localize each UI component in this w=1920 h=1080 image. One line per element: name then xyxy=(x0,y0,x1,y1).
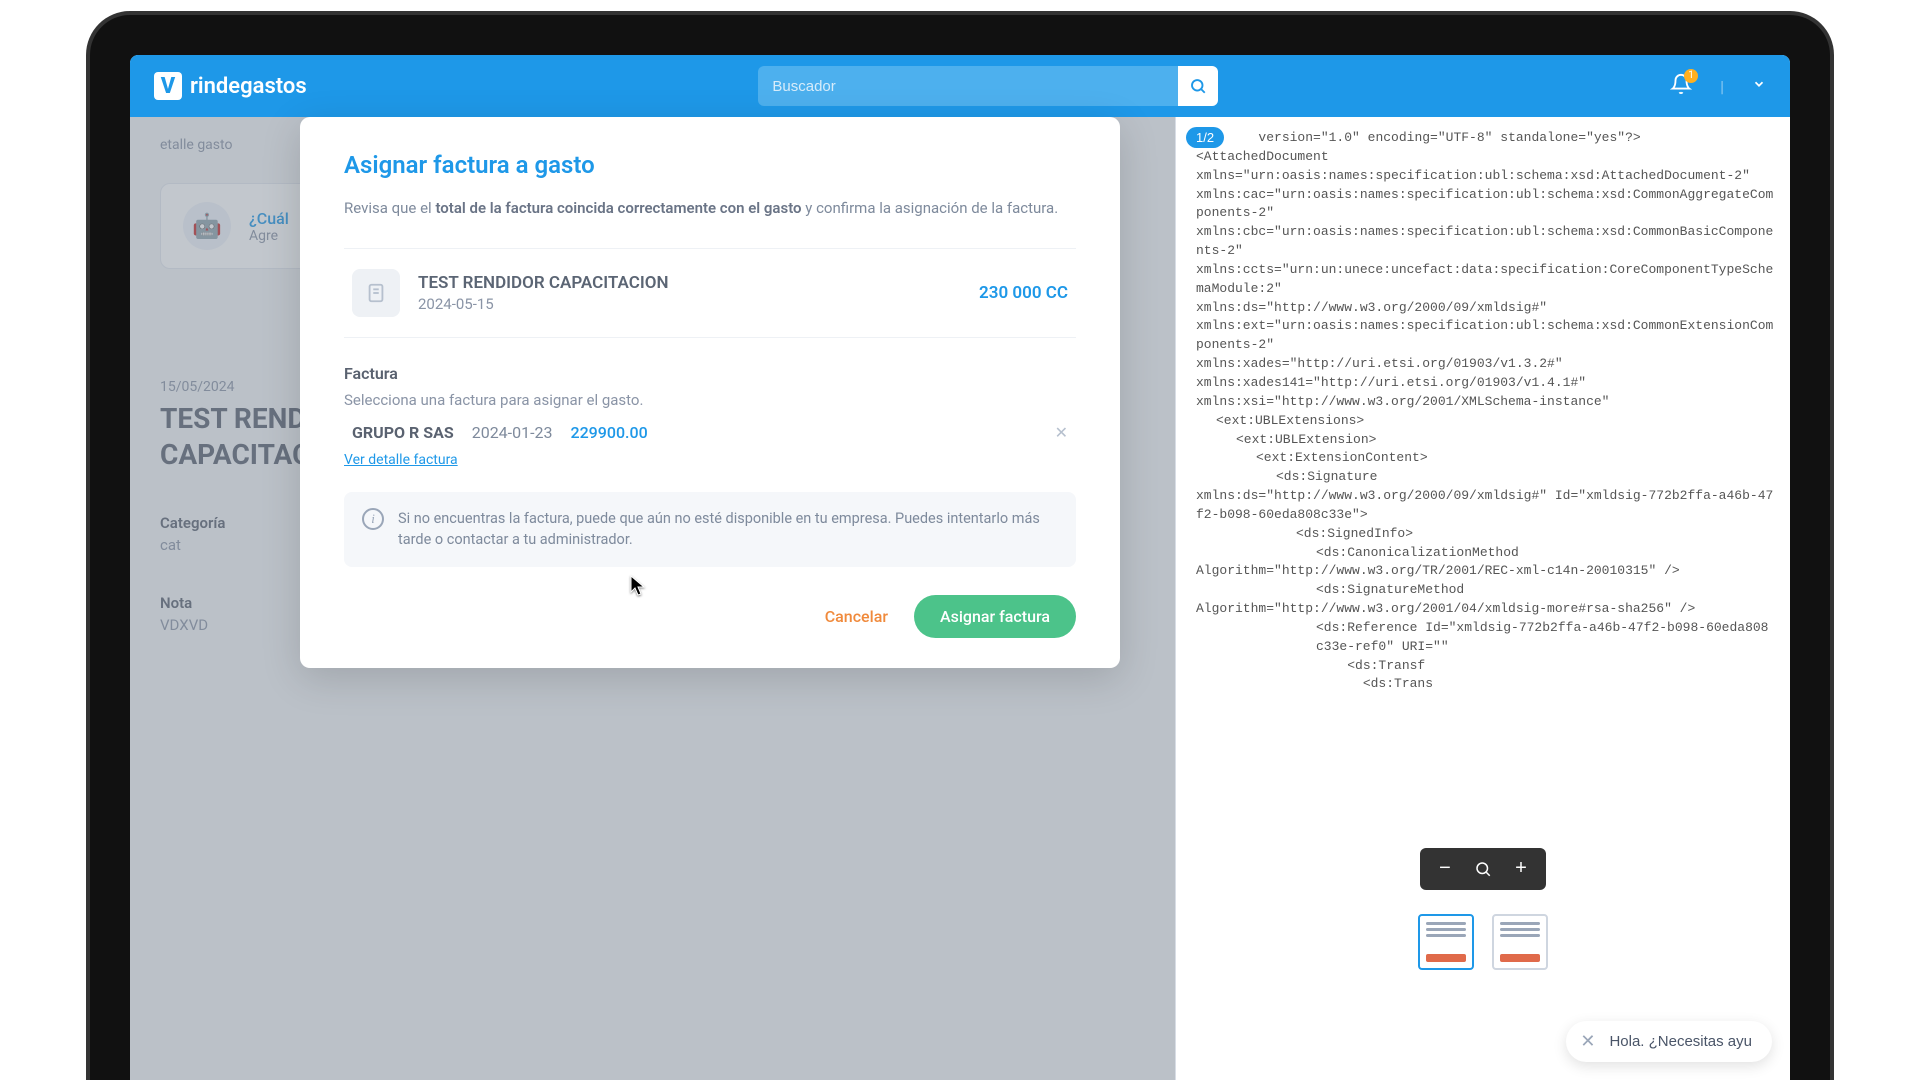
expense-date-modal: 2024-05-15 xyxy=(418,295,961,313)
page-thumbnails xyxy=(1418,914,1548,970)
expense-amount: 230 000 CC xyxy=(979,283,1068,303)
search-icon xyxy=(1474,860,1492,878)
search-button[interactable] xyxy=(1178,66,1218,106)
zoom-search-button[interactable] xyxy=(1468,854,1498,884)
expense-name: TEST RENDIDOR CAPACITACION xyxy=(418,273,961,293)
close-icon[interactable]: ✕ xyxy=(1580,1031,1595,1052)
invoice-section-label: Factura xyxy=(344,364,1076,383)
receipt-icon xyxy=(352,269,400,317)
invoice-date: 2024-01-23 xyxy=(472,423,553,442)
top-bar: V rindegastos 1 | xyxy=(130,55,1790,117)
intro-c: y confirma la asignación de la factura. xyxy=(802,199,1059,217)
modal-intro: Revisa que el total de la factura coinci… xyxy=(344,197,1076,220)
remove-invoice-button[interactable]: ✕ xyxy=(1055,423,1068,442)
page-thumb-1[interactable] xyxy=(1418,914,1474,970)
page-thumb-2[interactable] xyxy=(1492,914,1548,970)
invoice-section-sub: Selecciona una factura para asignar el g… xyxy=(344,391,1076,409)
logo-mark-icon: V xyxy=(154,72,182,100)
notifications-button[interactable]: 1 xyxy=(1670,73,1692,99)
info-text: Si no encuentras la factura, puede que a… xyxy=(398,508,1058,552)
view-invoice-detail-link[interactable]: Ver detalle factura xyxy=(344,452,458,468)
zoom-out-button[interactable]: − xyxy=(1430,854,1460,884)
search-input[interactable] xyxy=(758,78,1178,95)
invoice-xml-preview-panel: 1/2 version="1.0" encoding="UTF-8" stand… xyxy=(1175,117,1790,1080)
info-icon: i xyxy=(362,508,384,530)
intro-a: Revisa que el xyxy=(344,199,435,217)
invoice-row[interactable]: GRUPO R SAS 2024-01-23 229900.00 ✕ xyxy=(344,409,1076,448)
zoom-controls: − + xyxy=(1420,848,1546,890)
modal-title: Asignar factura a gasto xyxy=(344,151,1076,179)
expense-summary-row: TEST RENDIDOR CAPACITACION 2024-05-15 23… xyxy=(344,248,1076,338)
page-indicator: 1/2 xyxy=(1186,127,1224,148)
cancel-button[interactable]: Cancelar xyxy=(825,607,888,626)
divider: | xyxy=(1720,77,1724,96)
brand-logo[interactable]: V rindegastos xyxy=(154,72,307,100)
xml-content[interactable]: version="1.0" encoding="UTF-8" standalon… xyxy=(1190,127,1776,694)
notification-badge: 1 xyxy=(1684,69,1698,83)
chevron-down-icon[interactable] xyxy=(1752,77,1766,95)
invoice-amount: 229900.00 xyxy=(570,423,647,442)
brand-name: rindegastos xyxy=(190,74,307,99)
search-box xyxy=(758,66,1218,106)
intro-b: total de la factura coincida correctamen… xyxy=(435,199,801,217)
zoom-in-button[interactable]: + xyxy=(1506,854,1536,884)
chat-text: Hola. ¿Necesitas ayu xyxy=(1609,1033,1752,1050)
info-banner: i Si no encuentras la factura, puede que… xyxy=(344,492,1076,568)
invoice-company: GRUPO R SAS xyxy=(352,423,454,442)
help-chat-bubble[interactable]: ✕ Hola. ¿Necesitas ayu xyxy=(1566,1021,1772,1062)
search-icon xyxy=(1189,77,1207,95)
assign-invoice-modal: Asignar factura a gasto Revisa que el to… xyxy=(300,117,1120,668)
assign-invoice-button[interactable]: Asignar factura xyxy=(914,595,1076,638)
